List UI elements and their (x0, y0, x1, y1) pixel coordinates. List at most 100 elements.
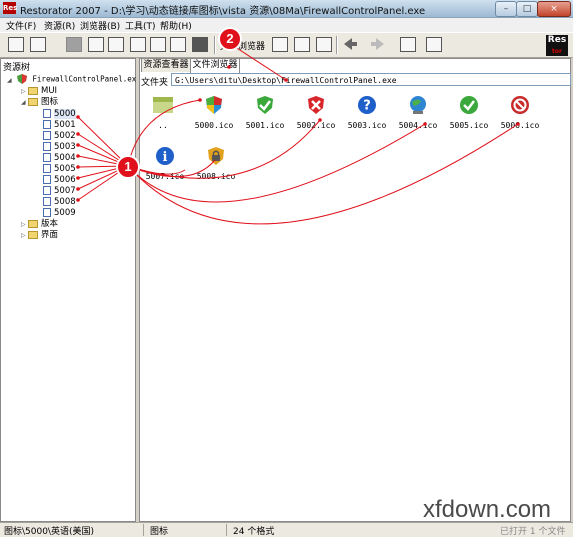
tree-leaf-5009[interactable]: 5009 (43, 208, 76, 218)
file-name: 5002.ico (296, 121, 336, 130)
menu-browser[interactable]: 浏览器(B) (80, 19, 120, 32)
file-item-5007[interactable]: i 5007.ico (140, 146, 190, 181)
globe-network-icon (410, 96, 426, 114)
tree-node-ui[interactable]: ▷ 界面 (21, 230, 58, 240)
shield-color-icon (206, 96, 222, 114)
tree-node-version[interactable]: ▷ 版本 (21, 219, 58, 229)
tree-leaf-label: 5002 (54, 131, 76, 141)
green-check-circle-icon (460, 96, 478, 114)
icon-resource-icon (43, 120, 51, 129)
path-bar: 文件夹 G:\Users\ditu\Desktop\FirewallContro… (141, 73, 571, 88)
tree-node-label: 版本 (41, 219, 59, 229)
layout-icon[interactable] (426, 37, 442, 52)
tree-root[interactable]: ◢ FirewallControlPanel.exe (7, 74, 141, 84)
tree-leaf-label: 5001 (54, 120, 76, 130)
properties-icon[interactable] (108, 37, 124, 52)
tree-leaf-5005[interactable]: 5005 (43, 164, 76, 174)
icon-resource-icon (43, 208, 51, 217)
panel-header: 资源树 (3, 63, 31, 73)
file-name: 5000.ico (194, 121, 234, 130)
expand-arrow-icon[interactable]: ▷ (21, 87, 28, 97)
back-arrow-icon[interactable] (342, 37, 358, 52)
resource-tree-panel: 资源树 ◢ FirewallControlPanel.exe ▷ MUI ◢ 图标 … (0, 58, 141, 522)
sync-icon[interactable] (294, 37, 310, 52)
file-name: 5007.ico (145, 172, 185, 181)
refresh-icon[interactable] (272, 37, 288, 52)
expand-arrow-icon[interactable]: ▷ (21, 220, 28, 230)
tree-leaf-label: 5003 (54, 142, 76, 152)
maximize-button[interactable]: □ (516, 1, 538, 17)
folder-icon (28, 86, 38, 95)
forward-arrow-icon[interactable] (370, 37, 386, 52)
expand-arrow-icon[interactable]: ▷ (21, 231, 28, 241)
save-as-icon[interactable] (88, 37, 104, 52)
up-folder-icon[interactable] (400, 37, 416, 52)
tree-node-label: 界面 (41, 230, 59, 240)
file-item-5005[interactable]: 5005.ico (444, 95, 494, 130)
tree-node-icons[interactable]: ◢ 图标 (21, 97, 58, 107)
annotation-badge-2: 2 (218, 27, 242, 51)
status-opened-files: 已打开 1 个文件 (500, 527, 566, 537)
menu-resource[interactable]: 资源(R) (44, 19, 75, 32)
file-item-parent[interactable]: .. (138, 95, 188, 130)
copy-resource-icon[interactable] (170, 37, 186, 52)
erase-icon[interactable] (192, 37, 208, 52)
tree-leaf-5002[interactable]: 5002 (43, 131, 76, 141)
tree-leaf-label: 5004 (54, 153, 76, 163)
folder-open-icon (28, 97, 38, 106)
menu-help[interactable]: 帮助(H) (160, 19, 192, 32)
info-icon: i (156, 147, 174, 165)
menu-bar: 文件(F) 资源(R) 浏览器(B) 工具(T) 帮助(H) (0, 18, 573, 32)
file-item-5001[interactable]: 5001.ico (240, 95, 290, 130)
file-name: .. (158, 121, 168, 130)
menu-tools[interactable]: 工具(T) (125, 19, 156, 32)
new-file-icon[interactable] (8, 37, 24, 52)
close-button[interactable]: × (537, 1, 571, 17)
tab-file-browser[interactable]: 文件浏览器 (190, 58, 240, 73)
tree-root-label: FirewallControlPanel.exe (32, 74, 141, 84)
icon-resource-icon (43, 186, 51, 195)
svg-text:?: ? (363, 99, 371, 114)
window-title: Restorator 2007 - D:\学习\动态链接库图标\vista 资源… (20, 6, 426, 17)
tree-leaf-label: 5000 (54, 109, 76, 119)
tree-leaf-5004[interactable]: 5004 (43, 153, 76, 163)
title-bar: Res Restorator 2007 - D:\学习\动态链接库图标\vist… (0, 0, 573, 18)
status-separator (143, 524, 144, 536)
path-label: 文件夹 (141, 78, 169, 88)
collapse-arrow-icon[interactable]: ◢ (7, 76, 14, 86)
find-icon[interactable] (130, 37, 146, 52)
tab-resource-viewer[interactable]: 资源查看器 (141, 58, 191, 72)
file-item-5003[interactable]: ? 5003.ico (342, 95, 392, 130)
tree-leaf-5003[interactable]: 5003 (43, 142, 76, 152)
status-format-count: 24 个格式 (233, 527, 275, 537)
tree-leaf-5000[interactable]: 5000 (43, 109, 76, 119)
tree-leaf-5007[interactable]: 5007 (43, 186, 76, 196)
copy-icon[interactable] (150, 37, 166, 52)
tree-leaf-label: 5007 (54, 186, 76, 196)
firewall-shield-icon (16, 74, 27, 84)
path-field[interactable]: G:\Users\ditu\Desktop\FirewallControlPan… (171, 73, 571, 86)
minimize-button[interactable]: – (495, 1, 517, 17)
file-item-5006[interactable]: 5006.ico (495, 95, 545, 130)
tree-leaf-5008[interactable]: 5008 (43, 197, 76, 207)
tree-node-label: MUI (41, 86, 58, 96)
tree-node-mui[interactable]: ▷ MUI (21, 86, 57, 96)
status-category: 图标 (150, 527, 169, 537)
file-name: 5006.ico (500, 121, 540, 130)
tree-leaf-label: 5008 (54, 197, 76, 207)
file-item-5000[interactable]: 5000.ico (189, 95, 239, 130)
toolbar-separator (214, 36, 216, 54)
collapse-arrow-icon[interactable]: ◢ (21, 98, 28, 108)
file-item-5008[interactable]: 5008.ico (191, 146, 241, 181)
tree-leaf-5001[interactable]: 5001 (43, 120, 76, 130)
menu-file[interactable]: 文件(F) (6, 19, 36, 32)
favorite-icon[interactable] (316, 37, 332, 52)
open-file-icon[interactable] (30, 37, 46, 52)
file-item-5004[interactable]: 5004.ico (393, 95, 443, 130)
restorator-logo: Res tor (546, 35, 568, 56)
blocked-circle-icon (511, 96, 529, 114)
file-item-5002[interactable]: 5002.ico (291, 95, 341, 130)
tree-leaf-5006[interactable]: 5006 (43, 175, 76, 185)
icon-resource-icon (43, 142, 51, 151)
save-icon[interactable] (66, 37, 82, 52)
